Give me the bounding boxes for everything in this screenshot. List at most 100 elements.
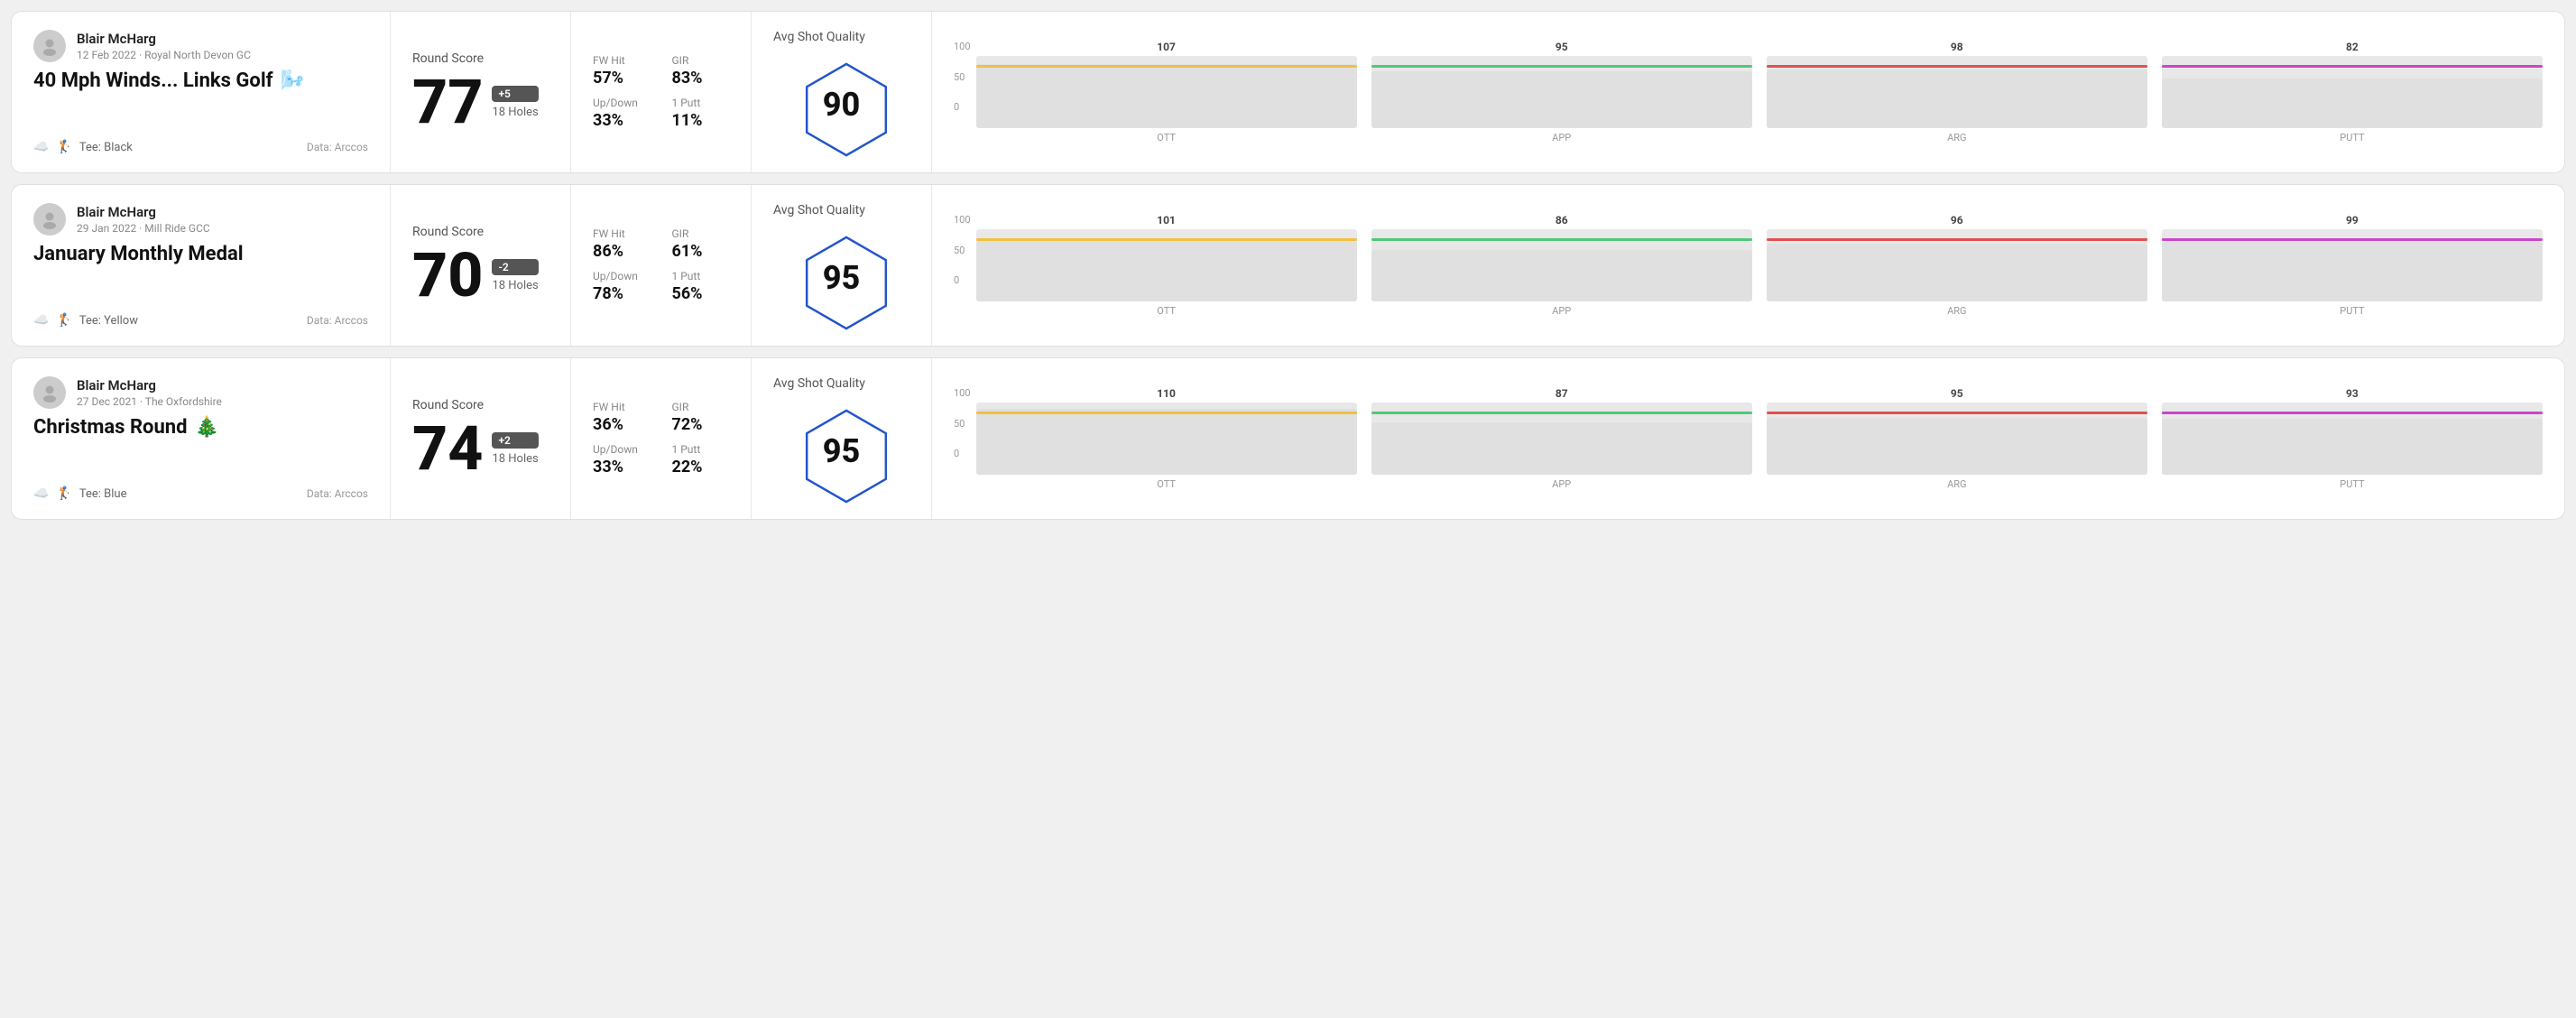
card-score-2: Round Score 70 -2 18 Holes <box>391 185 571 346</box>
score-main-1: 77 +5 18 Holes <box>412 71 549 133</box>
score-holes-3: 18 Holes <box>492 452 538 466</box>
score-number-3: 74 <box>412 418 483 479</box>
card-score-3: Round Score 74 +2 18 Holes <box>391 358 571 519</box>
stats-row-fw-gir-2: FW Hit 86% GIR 61% <box>593 227 729 261</box>
stats-row-updown-putt-3: Up/Down 33% 1 Putt 22% <box>593 443 729 477</box>
card-quality-3: Avg Shot Quality 95 <box>752 358 932 519</box>
hexagon-container-3: 95 <box>773 402 909 501</box>
card-chart-3: 100 50 0 110 OTT 87 APP <box>932 358 2564 519</box>
oneputt-label-2: 1 Putt <box>672 270 730 282</box>
gir-label-2: GIR <box>672 227 730 240</box>
round-title-3: Christmas Round 🎄 <box>33 416 368 439</box>
stat-fw-hit-2: FW Hit 86% <box>593 227 651 261</box>
card-left-3: Blair McHarg 27 Dec 2021 · The Oxfordshi… <box>12 358 391 519</box>
fw-hit-value-1: 57% <box>593 69 651 88</box>
fw-hit-value-3: 36% <box>593 415 651 434</box>
oneputt-value-2: 56% <box>672 284 730 303</box>
stat-gir-2: GIR 61% <box>672 227 730 261</box>
stat-updown-1: Up/Down 33% <box>593 97 651 130</box>
hexagon-1: 90 <box>797 55 887 154</box>
fw-hit-label-1: FW Hit <box>593 54 651 67</box>
card-stats-3: FW Hit 36% GIR 72% Up/Down 33% 1 Putt 22… <box>571 358 752 519</box>
score-number-1: 77 <box>412 71 483 133</box>
avatar-2 <box>33 203 66 236</box>
fw-hit-label-2: FW Hit <box>593 227 651 240</box>
score-label-3: Round Score <box>412 398 549 412</box>
card-score-1: Round Score 77 +5 18 Holes <box>391 12 571 172</box>
gir-value-2: 61% <box>672 242 730 261</box>
card-footer-2: ☁️ 🏌️ Tee: Yellow Data: Arccos <box>33 313 368 328</box>
card-chart-2: 100 50 0 101 OTT 86 APP <box>932 185 2564 346</box>
score-details-2: -2 18 Holes <box>492 259 538 292</box>
hexagon-container-2: 95 <box>773 228 909 328</box>
player-date-1: 12 Feb 2022 · Royal North Devon GC <box>77 49 251 61</box>
data-source-1: Data: Arccos <box>307 141 368 153</box>
stat-oneputt-3: 1 Putt 22% <box>672 443 730 477</box>
player-date-2: 29 Jan 2022 · Mill Ride GCC <box>77 222 210 235</box>
stat-fw-hit-3: FW Hit 36% <box>593 401 651 434</box>
weather-icon-2: ☁️ <box>33 313 49 328</box>
tee-label-3: Tee: Blue <box>79 487 127 501</box>
card-left-2: Blair McHarg 29 Jan 2022 · Mill Ride GCC… <box>12 185 391 346</box>
card-stats-1: FW Hit 57% GIR 83% Up/Down 33% 1 Putt 11… <box>571 12 752 172</box>
stat-oneputt-1: 1 Putt 11% <box>672 97 730 130</box>
data-source-3: Data: Arccos <box>307 487 368 500</box>
hexagon-score-3: 95 <box>823 432 861 470</box>
card-quality-2: Avg Shot Quality 95 <box>752 185 932 346</box>
card-footer-1: ☁️ 🏌️ Tee: Black Data: Arccos <box>33 140 368 154</box>
player-name-1: Blair McHarg <box>77 31 251 49</box>
score-number-2: 70 <box>412 245 483 306</box>
golf-icon-2: 🏌️ <box>56 313 71 328</box>
round-card-2[interactable]: Blair McHarg 29 Jan 2022 · Mill Ride GCC… <box>11 184 2565 347</box>
card-stats-2: FW Hit 86% GIR 61% Up/Down 78% 1 Putt 56… <box>571 185 752 346</box>
player-name-3: Blair McHarg <box>77 377 222 395</box>
hexagon-score-2: 95 <box>823 259 861 297</box>
tee-label-2: Tee: Yellow <box>79 314 138 328</box>
updown-label-3: Up/Down <box>593 443 651 456</box>
fw-hit-label-3: FW Hit <box>593 401 651 413</box>
round-card-1[interactable]: Blair McHarg 12 Feb 2022 · Royal North D… <box>11 11 2565 173</box>
stat-fw-hit-1: FW Hit 57% <box>593 54 651 88</box>
score-main-2: 70 -2 18 Holes <box>412 245 549 306</box>
stats-row-fw-gir-3: FW Hit 36% GIR 72% <box>593 401 729 434</box>
stats-row-updown-putt-1: Up/Down 33% 1 Putt 11% <box>593 97 729 130</box>
oneputt-label-1: 1 Putt <box>672 97 730 109</box>
golf-icon-1: 🏌️ <box>56 140 71 154</box>
player-info-1: Blair McHarg 12 Feb 2022 · Royal North D… <box>33 30 368 62</box>
score-label-2: Round Score <box>412 225 549 239</box>
card-quality-1: Avg Shot Quality 90 <box>752 12 932 172</box>
stat-oneputt-2: 1 Putt 56% <box>672 270 730 303</box>
score-badge-2: -2 <box>492 259 538 275</box>
quality-label-3: Avg Shot Quality <box>773 376 865 391</box>
updown-value-2: 78% <box>593 284 651 303</box>
stat-updown-3: Up/Down 33% <box>593 443 651 477</box>
gir-label-1: GIR <box>672 54 730 67</box>
player-date-3: 27 Dec 2021 · The Oxfordshire <box>77 395 222 408</box>
card-footer-3: ☁️ 🏌️ Tee: Blue Data: Arccos <box>33 486 368 501</box>
player-info-3: Blair McHarg 27 Dec 2021 · The Oxfordshi… <box>33 376 368 409</box>
score-main-3: 74 +2 18 Holes <box>412 418 549 479</box>
fw-hit-value-2: 86% <box>593 242 651 261</box>
round-card-3[interactable]: Blair McHarg 27 Dec 2021 · The Oxfordshi… <box>11 357 2565 520</box>
stats-row-fw-gir-1: FW Hit 57% GIR 83% <box>593 54 729 88</box>
updown-label-2: Up/Down <box>593 270 651 282</box>
round-title-emoji-3: 🎄 <box>195 416 219 439</box>
golf-icon-3: 🏌️ <box>56 486 71 501</box>
updown-label-1: Up/Down <box>593 97 651 109</box>
player-name-2: Blair McHarg <box>77 204 210 222</box>
avatar-3 <box>33 376 66 409</box>
hexagon-container-1: 90 <box>773 55 909 154</box>
quality-label-2: Avg Shot Quality <box>773 203 865 217</box>
tee-info-3: ☁️ 🏌️ Tee: Blue <box>33 486 126 501</box>
score-details-1: +5 18 Holes <box>492 86 538 119</box>
oneputt-label-3: 1 Putt <box>672 443 730 456</box>
stats-row-updown-putt-2: Up/Down 78% 1 Putt 56% <box>593 270 729 303</box>
updown-value-3: 33% <box>593 458 651 477</box>
stat-updown-2: Up/Down 78% <box>593 270 651 303</box>
avatar-1 <box>33 30 66 62</box>
updown-value-1: 33% <box>593 111 651 130</box>
gir-value-1: 83% <box>672 69 730 88</box>
score-holes-2: 18 Holes <box>492 279 538 292</box>
round-title-1: 40 Mph Winds... Links Golf 🌬️ <box>33 69 368 92</box>
round-title-emoji-1: 🌬️ <box>281 69 305 92</box>
